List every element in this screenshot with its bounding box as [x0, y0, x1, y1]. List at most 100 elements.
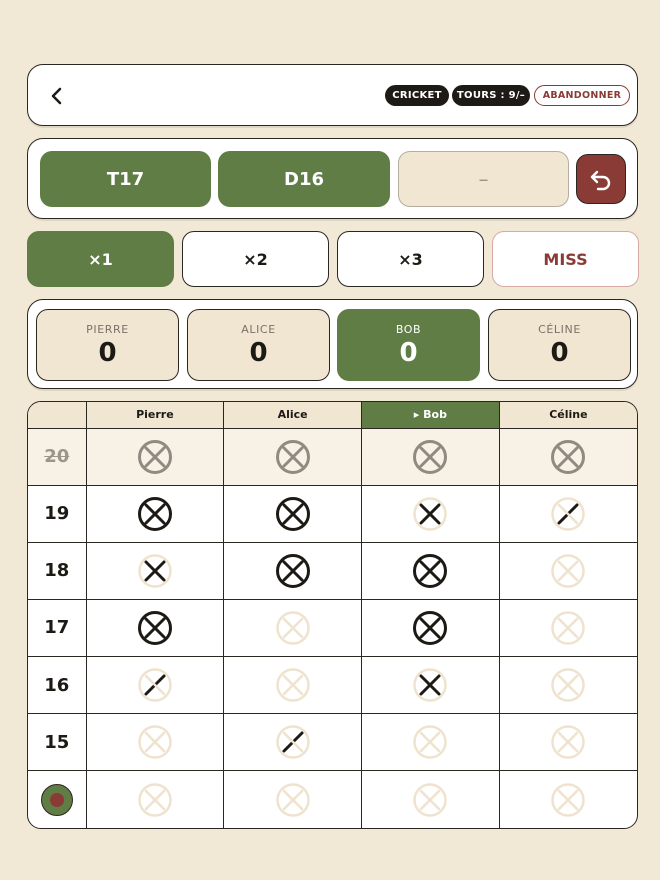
mark-cell-celine[interactable]	[499, 771, 637, 828]
mode-badge: CRICKET	[385, 85, 449, 106]
grid-header-row: Pierre Alice ▸ Bob Céline	[28, 402, 637, 429]
mark-cell-celine[interactable]	[499, 713, 637, 772]
row-number: 17	[44, 617, 70, 639]
undo-button[interactable]	[576, 154, 626, 204]
mark-cell-alice[interactable]	[223, 770, 362, 828]
hit-mark-icon	[413, 782, 448, 817]
column-header-celine: Céline	[499, 402, 637, 429]
mark-cell-celine[interactable]	[499, 599, 637, 658]
row-number: 18	[44, 560, 70, 582]
hit-mark-icon	[138, 782, 172, 817]
mark-cell-bob[interactable]	[361, 428, 500, 486]
miss-button[interactable]: MISS	[492, 231, 639, 287]
mark-cell-alice[interactable]	[223, 428, 362, 486]
row-label-bull	[28, 770, 87, 828]
mark-cell-pierre[interactable]	[86, 428, 225, 486]
hit-mark-icon	[551, 439, 586, 474]
grid-row	[28, 770, 637, 828]
multiplier-x3-button[interactable]: ×3	[337, 231, 484, 287]
row-number: 20	[44, 446, 70, 468]
hit-mark-icon	[413, 610, 448, 645]
player-score-card-active[interactable]: BOB 0	[337, 309, 480, 381]
hit-mark-icon	[551, 611, 586, 645]
player-score: 0	[98, 337, 117, 368]
hit-mark-icon	[138, 668, 172, 702]
dart-slot-2[interactable]: D16	[218, 151, 390, 207]
grid-row: 17	[28, 599, 637, 658]
hit-mark-icon	[413, 553, 448, 588]
player-name: PIERRE	[86, 322, 129, 336]
mark-cell-pierre[interactable]	[86, 542, 225, 600]
back-button[interactable]	[42, 81, 72, 111]
column-header-pierre: Pierre	[86, 402, 225, 429]
mark-cell-pierre[interactable]	[86, 485, 225, 543]
abandon-button[interactable]: ABANDONNER	[534, 85, 630, 106]
chevron-left-icon	[51, 87, 62, 105]
mark-cell-alice[interactable]	[223, 485, 362, 543]
hit-mark-icon	[137, 496, 172, 531]
mark-cell-alice[interactable]	[223, 713, 362, 772]
mark-cell-celine[interactable]	[499, 485, 637, 543]
hit-mark-icon	[551, 554, 586, 588]
multiplier-x1-button[interactable]: ×1	[27, 231, 174, 287]
hit-mark-icon	[275, 782, 310, 817]
player-score: 0	[249, 337, 268, 368]
player-score-card[interactable]: CÉLINE 0	[488, 309, 631, 381]
hit-mark-icon	[413, 725, 448, 760]
mark-cell-pierre[interactable]	[86, 599, 225, 658]
mark-cell-bob[interactable]	[361, 713, 500, 772]
mark-cell-alice[interactable]	[223, 599, 362, 658]
column-header-bob: ▸ Bob	[361, 402, 500, 429]
hit-mark-icon	[551, 496, 586, 531]
darts-panel: T17 D16 –	[27, 138, 638, 219]
player-name: CÉLINE	[538, 322, 581, 336]
hit-mark-icon	[551, 725, 586, 760]
row-number: 19	[44, 503, 70, 525]
player-score: 0	[550, 337, 569, 368]
row-label: 15	[28, 713, 87, 772]
row-label: 19	[28, 485, 87, 543]
mark-cell-celine[interactable]	[499, 656, 637, 715]
grid-row: 16	[28, 656, 637, 715]
scoreboard: PIERRE 0 ALICE 0 BOB 0 CÉLINE 0	[27, 299, 638, 389]
grid-row: 19	[28, 485, 637, 543]
dart-slot-3[interactable]: –	[398, 151, 569, 207]
multiplier-x2-button[interactable]: ×2	[182, 231, 329, 287]
mark-cell-alice[interactable]	[223, 542, 362, 600]
hit-mark-icon	[275, 668, 310, 702]
row-number: 16	[44, 674, 70, 696]
hit-mark-icon	[275, 611, 310, 645]
player-score-card[interactable]: ALICE 0	[187, 309, 330, 381]
row-label: 16	[28, 656, 87, 715]
hit-mark-icon	[551, 668, 586, 702]
grid-corner	[28, 402, 87, 429]
player-score-card[interactable]: PIERRE 0	[36, 309, 179, 381]
mark-cell-bob[interactable]	[361, 656, 500, 715]
mark-cell-bob[interactable]	[361, 770, 500, 828]
mark-cell-alice[interactable]	[223, 656, 362, 715]
hit-mark-icon	[275, 553, 310, 588]
row-label: 18	[28, 542, 87, 600]
turns-badge: TOURS : 9/–	[452, 85, 530, 106]
undo-icon	[590, 170, 611, 191]
mark-cell-celine[interactable]	[499, 428, 637, 486]
row-number: 15	[44, 731, 70, 753]
grid-body: 20 19 18 17 16 15	[28, 428, 637, 828]
hit-mark-icon	[551, 782, 586, 817]
mark-cell-bob[interactable]	[361, 542, 500, 600]
mark-cell-bob[interactable]	[361, 599, 500, 658]
hit-mark-icon	[275, 496, 310, 531]
grid-row: 15	[28, 713, 637, 772]
mark-cell-bob[interactable]	[361, 485, 500, 543]
game-header: CRICKET TOURS : 9/– ABANDONNER	[27, 64, 638, 126]
dart-slot-1[interactable]: T17	[40, 151, 211, 207]
hit-mark-icon	[138, 725, 172, 760]
hit-mark-icon	[413, 668, 448, 702]
mark-cell-pierre[interactable]	[86, 656, 225, 715]
mark-cell-celine[interactable]	[499, 542, 637, 600]
mark-cell-pierre[interactable]	[86, 713, 225, 772]
mark-cell-pierre[interactable]	[86, 770, 225, 828]
hit-mark-icon	[275, 439, 310, 474]
cricket-grid: Pierre Alice ▸ Bob Céline 20 19 18 17 16 15	[27, 401, 638, 829]
hit-mark-icon	[137, 439, 172, 474]
